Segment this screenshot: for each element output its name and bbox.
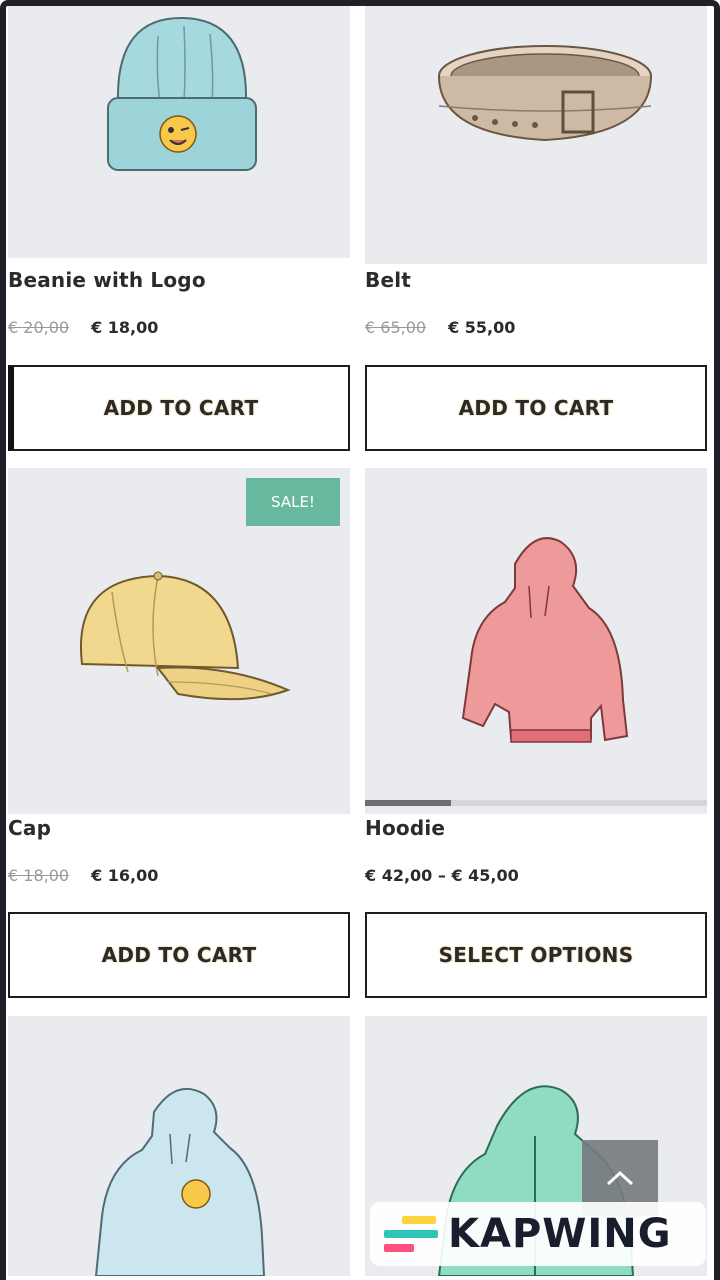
sale-badge: SALE! — [246, 478, 340, 526]
product-name[interactable]: Belt — [365, 268, 411, 292]
product-image-hoodie[interactable] — [365, 468, 707, 814]
product-name[interactable]: Hoodie — [365, 816, 445, 840]
product-price: € 65,00 € 55,00 — [365, 318, 515, 337]
product-name[interactable]: Beanie with Logo — [8, 268, 206, 292]
add-to-cart-button[interactable]: ADD TO CART — [365, 365, 707, 451]
gallery-progress-fill — [365, 800, 451, 806]
product-price-range: € 42,00 – € 45,00 — [365, 866, 519, 885]
hoodie-image — [461, 537, 629, 743]
product-image-cap[interactable]: SALE! — [8, 468, 350, 814]
product-price: € 20,00 € 18,00 — [8, 318, 158, 337]
add-to-cart-button[interactable]: ADD TO CART — [8, 912, 350, 998]
sale-price: € 55,00 — [448, 318, 516, 337]
chevron-up-icon — [606, 1170, 634, 1186]
product-image-belt[interactable] — [365, 6, 707, 264]
select-options-button[interactable]: SELECT OPTIONS — [365, 912, 707, 998]
gallery-progress — [365, 800, 707, 806]
original-price: € 20,00 — [8, 318, 70, 337]
add-to-cart-button[interactable]: ADD TO CART — [8, 365, 350, 451]
original-price: € 18,00 — [8, 866, 70, 885]
original-price: € 65,00 — [365, 318, 427, 337]
product-image-hoodie-with-logo[interactable] — [8, 1016, 350, 1276]
sale-price: € 18,00 — [91, 318, 159, 337]
belt-image — [438, 45, 652, 142]
beanie-image — [107, 16, 257, 171]
product-price: € 18,00 € 16,00 — [8, 866, 158, 885]
hoodie-with-logo-image — [94, 1087, 266, 1276]
kapwing-watermark: KAPWING — [370, 1202, 706, 1266]
product-image-beanie[interactable] — [8, 6, 350, 258]
sale-price: € 16,00 — [91, 866, 159, 885]
kapwing-wordmark: KAPWING — [448, 1211, 672, 1257]
kapwing-logo-icon — [384, 1214, 438, 1254]
product-name[interactable]: Cap — [8, 816, 51, 840]
phone-frame: Beanie with Logo € 20,00 € 18,00 ADD TO C… — [0, 0, 720, 1280]
